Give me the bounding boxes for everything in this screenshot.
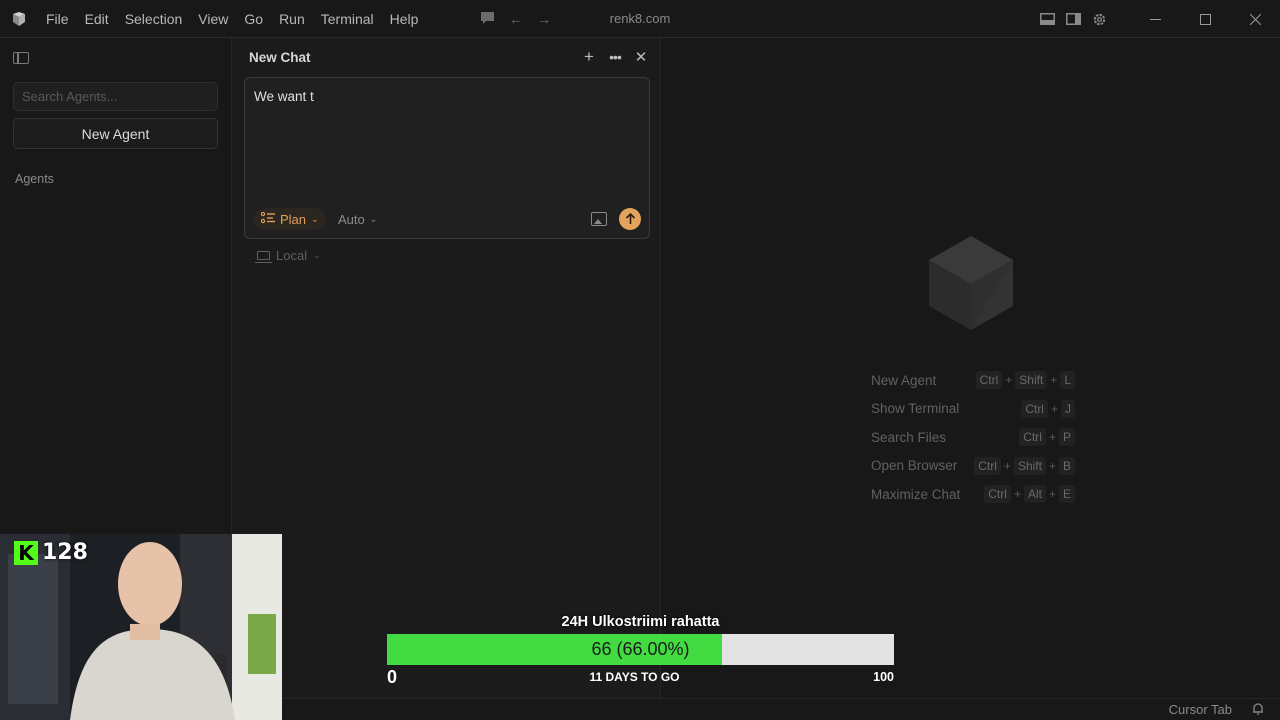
chat-actions: + ••• ✕ [580, 46, 650, 68]
menu-view[interactable]: View [190, 0, 236, 38]
shortcut-keys: Ctrl + Shift + L [975, 371, 1075, 390]
shortcut-label: Open Browser [871, 458, 958, 474]
shortcut-label: Search Files [871, 429, 947, 445]
goal-value: 66 (66.00%) [591, 639, 690, 659]
keyboard-key: J [1061, 399, 1075, 418]
keyboard-key: L [1060, 371, 1075, 390]
key-plus-separator: + [1013, 487, 1021, 502]
new-agent-button[interactable]: New Agent [13, 118, 218, 149]
environment-label: Local [276, 248, 308, 263]
title-nav: ← → [480, 0, 551, 38]
menu-help[interactable]: Help [382, 0, 427, 38]
menu-go[interactable]: Go [236, 0, 271, 38]
plus-icon[interactable]: + [580, 46, 598, 68]
keyboard-key: E [1058, 485, 1075, 504]
image-attach-icon[interactable] [591, 212, 607, 226]
key-plus-separator: + [1048, 487, 1056, 502]
goal-max-label: 100 [873, 670, 894, 684]
more-options-icon[interactable]: ••• [606, 46, 624, 68]
donation-goal: 24H Ulkostriimi rahatta 66 (66.00%) 0 11… [387, 612, 894, 692]
keyboard-key: Alt [1023, 485, 1046, 504]
shortcut-row: Search Files Ctrl + P [871, 423, 1075, 452]
keyboard-key: Ctrl [974, 456, 1001, 475]
chat-title: New Chat [249, 50, 311, 65]
model-selector[interactable]: Auto ⌄ [338, 208, 377, 230]
minimize-icon[interactable] [1130, 0, 1180, 38]
plan-list-icon [260, 211, 275, 227]
shortcut-keys: Ctrl + Alt + E [975, 485, 1075, 504]
menu-bar: File Edit Selection View Go Run Terminal… [38, 0, 426, 37]
chevron-down-icon: ⌄ [369, 213, 378, 224]
key-plus-separator: + [1050, 373, 1058, 388]
menu-selection[interactable]: Selection [117, 0, 191, 38]
shortcuts-list: New Agent Ctrl + Shift + L Show Terminal Ctrl + J… [871, 366, 1075, 509]
welcome-panel: New Agent Ctrl + Shift + L Show Terminal Ctrl + J… [661, 38, 1280, 698]
agents-heading: Agents [15, 172, 54, 186]
kick-viewer-badge: K 128 [14, 540, 88, 565]
maximize-icon[interactable] [1180, 0, 1230, 38]
menu-edit[interactable]: Edit [77, 0, 117, 38]
kick-logo-icon: K [14, 540, 38, 565]
close-window-icon[interactable] [1230, 0, 1280, 38]
forward-arrow-icon[interactable]: → [537, 11, 551, 27]
sidebar-toggle-icon[interactable] [13, 52, 29, 64]
keyboard-key: Ctrl [984, 485, 1011, 504]
app-logo-icon [0, 0, 38, 38]
key-plus-separator: + [1048, 430, 1056, 445]
key-plus-separator: + [1050, 401, 1058, 416]
shortcut-label: New Agent [871, 372, 937, 388]
chat-composer[interactable]: We want t Plan ⌄ Auto ⌄ [244, 77, 650, 239]
chevron-down-icon: ⌄ [313, 250, 321, 260]
shortcut-keys: Ctrl + Shift + B [974, 456, 1075, 475]
shortcut-label: Maximize Chat [871, 486, 961, 502]
search-agents-input[interactable] [13, 82, 218, 111]
keyboard-key: Ctrl [975, 371, 1003, 390]
model-label: Auto [338, 211, 365, 227]
goal-title: 24H Ulkostriimi rahatta [561, 614, 720, 630]
keyboard-key: B [1058, 456, 1075, 475]
shortcut-row: Maximize Chat Ctrl + Alt + E [871, 480, 1075, 509]
cursor-tab-status[interactable]: Cursor Tab [1169, 702, 1232, 717]
key-plus-separator: + [1005, 373, 1013, 388]
back-arrow-icon[interactable]: ← [509, 11, 523, 27]
keyboard-key: Ctrl [1019, 428, 1046, 447]
title-bar: File Edit Selection View Go Run Terminal… [0, 0, 1280, 38]
mode-selector[interactable]: Plan ⌄ [254, 208, 326, 230]
shortcut-row: New Agent Ctrl + Shift + L [871, 366, 1075, 395]
shortcut-keys: Ctrl + P [975, 428, 1075, 447]
menu-terminal[interactable]: Terminal [313, 0, 382, 38]
gear-icon[interactable] [1086, 0, 1112, 38]
goal-progress-track: 66 (66.00%) [387, 634, 894, 665]
laptop-icon [255, 251, 272, 263]
cursor-cube-logo-icon [927, 234, 1015, 335]
chat-bubble-icon[interactable] [480, 11, 495, 28]
send-button[interactable] [619, 208, 641, 230]
shortcut-label: Show Terminal [871, 401, 960, 417]
keyboard-key: Ctrl [1021, 399, 1048, 418]
chevron-down-icon: ⌄ [311, 213, 319, 224]
viewer-count: 128 [42, 540, 88, 565]
mode-label: Plan [280, 211, 307, 227]
shortcut-row: Open Browser Ctrl + Shift + B [871, 452, 1075, 481]
goal-days-remaining: 11 DAYS TO GO [589, 670, 680, 684]
keyboard-key: P [1058, 428, 1075, 447]
chat-panel: New Chat + ••• ✕ We want t Plan ⌄ Auto ⌄… [232, 38, 661, 698]
toggle-panel-icon[interactable] [1034, 0, 1060, 38]
key-plus-separator: + [1048, 458, 1056, 473]
bell-icon[interactable] [1252, 702, 1264, 718]
menu-file[interactable]: File [38, 0, 77, 38]
toggle-sidebar-icon[interactable] [1060, 0, 1086, 38]
close-icon[interactable]: ✕ [632, 46, 650, 68]
key-plus-separator: + [1003, 458, 1011, 473]
shortcut-row: Show Terminal Ctrl + J [871, 395, 1075, 424]
window-controls [1034, 0, 1280, 38]
keyboard-key: Shift [1013, 456, 1046, 475]
environment-selector[interactable]: Local ⌄ [255, 248, 321, 263]
menu-run[interactable]: Run [271, 0, 313, 38]
chat-input-text[interactable]: We want t [254, 89, 314, 104]
shortcut-keys: Ctrl + J [975, 399, 1075, 418]
keyboard-key: Shift [1015, 371, 1048, 390]
